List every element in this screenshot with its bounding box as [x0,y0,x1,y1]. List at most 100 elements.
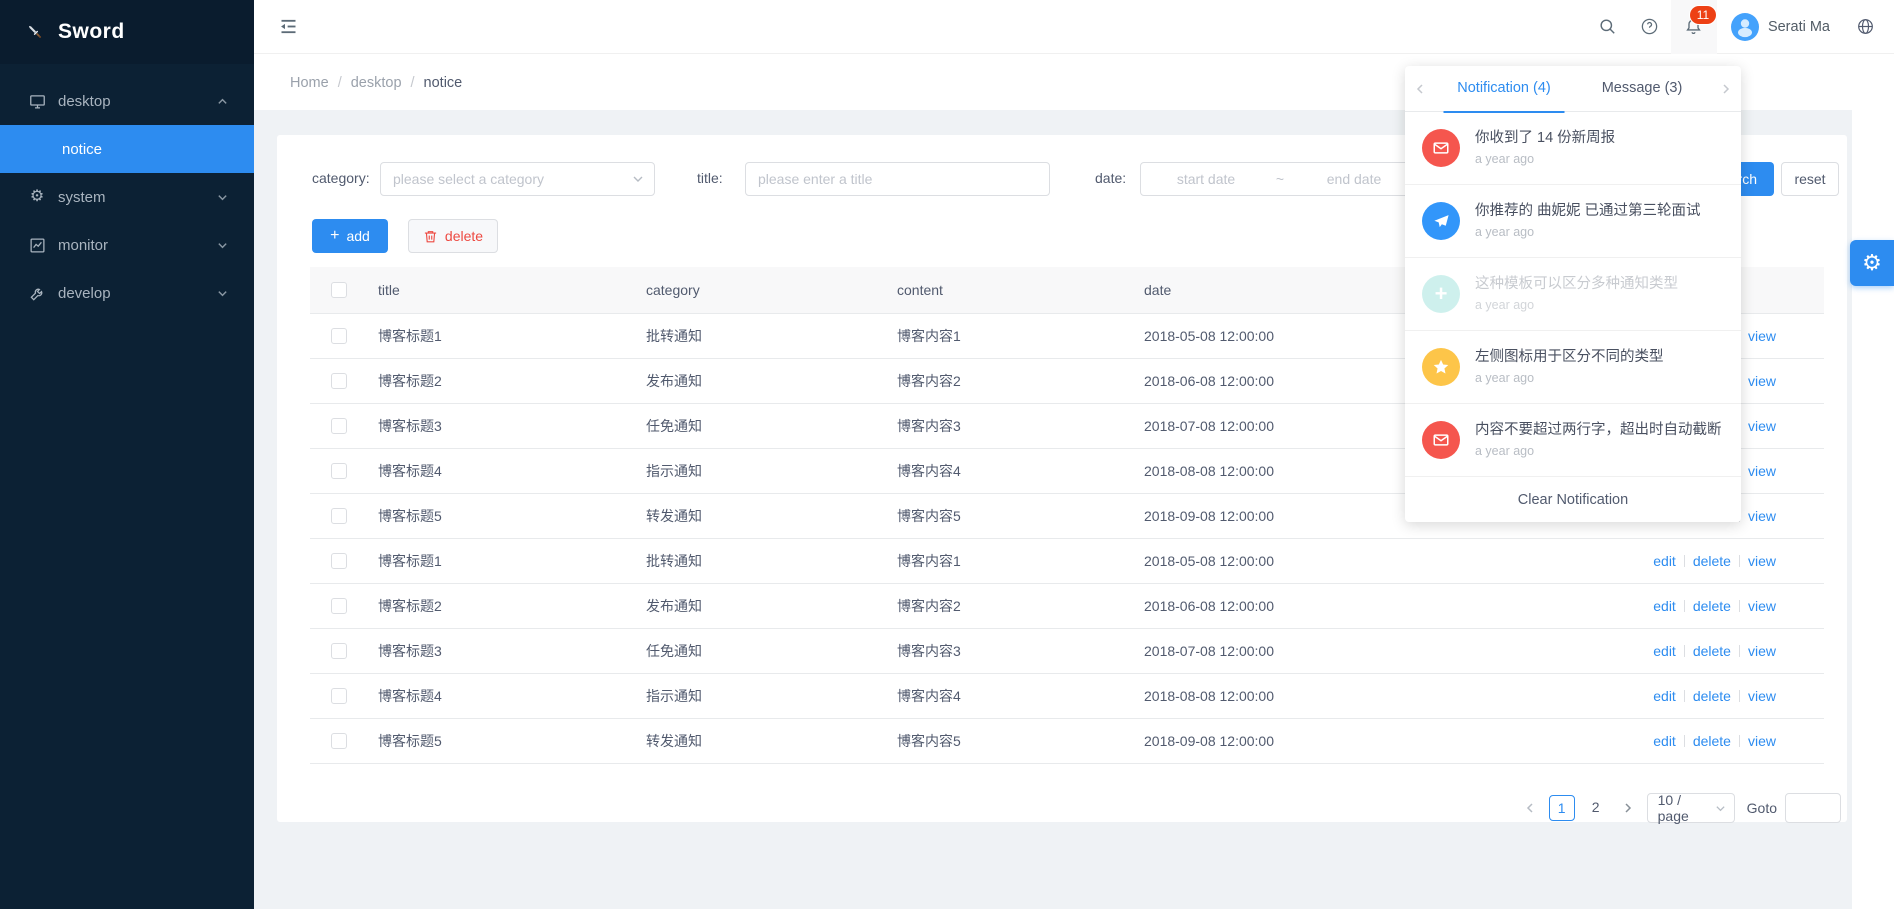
view-link[interactable]: view [1748,418,1776,434]
view-link[interactable]: view [1748,373,1776,389]
category-label: category: [312,170,370,186]
cell-category: 任免通知 [636,628,887,673]
app-logo[interactable]: Sword [0,0,254,64]
table-row: 博客标题5 转发通知 博客内容5 2018-09-08 12:00:00 edi… [310,718,1824,763]
tabs-prev-icon[interactable] [1405,83,1435,95]
add-button[interactable]: + add [312,219,388,253]
avatar [1731,13,1759,41]
prev-page-icon[interactable] [1519,795,1541,821]
row-checkbox[interactable] [331,553,347,569]
notification-item[interactable]: 你推荐的 曲妮妮 已通过第三轮面试 a year ago [1405,185,1741,258]
row-checkbox[interactable] [331,373,347,389]
row-checkbox[interactable] [331,643,347,659]
sidebar-item-desktop[interactable]: desktop [0,77,254,125]
row-checkbox[interactable] [331,328,347,344]
cell-title: 博客标题1 [368,538,636,583]
menu-fold-icon[interactable] [278,16,299,37]
category-select[interactable]: please select a category [380,162,655,196]
row-checkbox[interactable] [331,688,347,704]
help-icon[interactable] [1629,0,1671,54]
cell-category: 转发通知 [636,718,887,763]
divider [1684,600,1685,612]
tabs-next-icon[interactable] [1711,83,1741,95]
page-number-2[interactable]: 2 [1583,795,1609,821]
sidebar: Sword desktop notice ⚙ system [0,0,254,909]
gear-icon: ⚙ [1862,252,1882,274]
sidebar-submenu-desktop: notice [0,125,254,173]
edit-link[interactable]: edit [1653,688,1676,704]
search-icon[interactable] [1587,0,1629,54]
sidebar-item-system[interactable]: ⚙ system [0,173,254,221]
view-link[interactable]: view [1748,508,1776,524]
sidebar-item-label: develop [58,285,111,302]
row-checkbox[interactable] [331,463,347,479]
edit-link[interactable]: edit [1653,553,1676,569]
row-checkbox[interactable] [331,733,347,749]
delete-link[interactable]: delete [1693,643,1731,659]
tab-notification[interactable]: Notification (4) [1435,66,1573,112]
notification-item[interactable]: + 这种模板可以区分多种通知类型 a year ago [1405,258,1741,331]
mail-icon [1422,421,1460,459]
tab-message[interactable]: Message (3) [1573,66,1711,112]
cell-title: 博客标题5 [368,718,636,763]
theme-settings-button[interactable]: ⚙ [1850,240,1894,286]
delete-link[interactable]: delete [1693,688,1731,704]
goto-page-input[interactable] [1785,793,1841,823]
star-icon [1422,348,1460,386]
reset-button[interactable]: reset [1781,162,1839,196]
notification-time: a year ago [1475,298,1534,312]
globe-icon[interactable] [1844,0,1886,54]
page-number-1[interactable]: 1 [1549,795,1575,821]
edit-link[interactable]: edit [1653,733,1676,749]
title-input[interactable] [746,163,1049,195]
cell-date: 2018-09-08 12:00:00 [1134,718,1464,763]
row-checkbox[interactable] [331,508,347,524]
edit-link[interactable]: edit [1653,643,1676,659]
next-page-icon[interactable] [1617,795,1639,821]
col-title: title [368,267,636,313]
view-link[interactable]: view [1748,598,1776,614]
notification-item[interactable]: 内容不要超过两行字，超出时自动截断 a year ago [1405,404,1741,477]
notification-item[interactable]: 你收到了 14 份新周报 a year ago [1405,112,1741,185]
sidebar-item-monitor[interactable]: monitor [0,221,254,269]
row-checkbox[interactable] [331,598,347,614]
chevron-up-icon [217,96,228,107]
delete-link[interactable]: delete [1693,553,1731,569]
trash-icon [423,229,438,244]
goto-label: Goto [1747,800,1777,816]
cell-category: 任免通知 [636,403,887,448]
divider [1684,555,1685,567]
user-menu[interactable]: Serati Ma [1717,0,1844,54]
delete-button[interactable]: delete [408,219,498,253]
page-size-select[interactable]: 10 / page [1647,793,1735,823]
notifications-bell-button[interactable]: 11 [1671,0,1717,54]
app-title: Sword [58,20,125,44]
cell-title: 博客标题5 [368,493,636,538]
delete-link[interactable]: delete [1693,733,1731,749]
view-link[interactable]: view [1748,328,1776,344]
cell-content: 博客内容5 [887,718,1134,763]
clear-notification-button[interactable]: Clear Notification [1405,477,1741,522]
delete-link[interactable]: delete [1693,598,1731,614]
user-name: Serati Ma [1768,19,1830,35]
cell-content: 博客内容1 [887,313,1134,358]
row-checkbox[interactable] [331,418,347,434]
breadcrumb-home[interactable]: Home [290,75,329,91]
view-link[interactable]: view [1748,643,1776,659]
breadcrumb-desktop[interactable]: desktop [351,75,402,91]
view-link[interactable]: view [1748,733,1776,749]
sidebar-item-notice[interactable]: notice [0,125,254,173]
view-link[interactable]: view [1748,688,1776,704]
view-link[interactable]: view [1748,553,1776,569]
cell-content: 博客内容4 [887,673,1134,718]
cell-content: 博客内容3 [887,403,1134,448]
notification-time: a year ago [1475,444,1534,458]
date-range-picker[interactable]: start date ~ end date [1140,162,1420,196]
notification-item[interactable]: 左侧图标用于区分不同的类型 a year ago [1405,331,1741,404]
select-all-checkbox[interactable] [331,282,347,298]
view-link[interactable]: view [1748,463,1776,479]
sidebar-item-develop[interactable]: develop [0,269,254,317]
edit-link[interactable]: edit [1653,598,1676,614]
cell-content: 博客内容4 [887,448,1134,493]
divider [1684,645,1685,657]
